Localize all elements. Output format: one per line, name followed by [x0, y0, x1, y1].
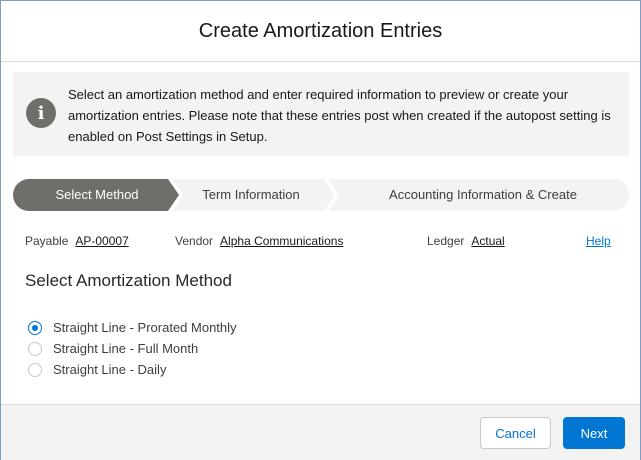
help-link[interactable]: Help	[586, 234, 611, 248]
alert-message: Select an amortization method and enter …	[68, 87, 611, 144]
modal-header: Create Amortization Entries	[1, 1, 640, 62]
modal-title: Create Amortization Entries	[198, 19, 443, 42]
radio-option-full-month[interactable]: Straight Line - Full Month	[28, 338, 237, 359]
section-title: Select Amortization Method	[25, 271, 232, 290]
radio-label: Straight Line - Full Month	[53, 341, 199, 356]
path-step-accounting-information[interactable]: Accounting Information & Create	[343, 179, 623, 211]
vendor-label: Vendor	[175, 234, 214, 248]
ledger-link[interactable]: Actual	[471, 234, 504, 248]
radio-button[interactable]	[28, 341, 42, 356]
vendor-link[interactable]: Alpha Communications	[220, 234, 343, 248]
radio-button[interactable]	[28, 362, 42, 377]
vendor-field: Vendor Alpha Communications	[175, 234, 343, 248]
radio-label: Straight Line - Daily	[53, 362, 167, 377]
amortization-modal: Create Amortization Entries i Select an …	[0, 0, 641, 460]
modal-footer: Cancel Next	[1, 404, 640, 460]
ledger-field: Ledger Actual	[427, 234, 505, 248]
amortization-method-radio-group: Straight Line - Prorated Monthly Straigh…	[28, 317, 237, 380]
step-path: Select Method Term Information Accountin…	[13, 179, 629, 211]
payable-field: Payable AP-00007	[25, 234, 129, 248]
info-alert: i Select an amortization method and ente…	[13, 72, 629, 156]
info-icon: i	[26, 98, 56, 128]
path-step-term-information[interactable]: Term Information	[181, 179, 321, 211]
cancel-button[interactable]: Cancel	[480, 417, 551, 449]
payable-label: Payable	[25, 234, 69, 248]
path-step-select-method[interactable]: Select Method	[33, 179, 161, 211]
payable-link[interactable]: AP-00007	[75, 234, 128, 248]
radio-label: Straight Line - Prorated Monthly	[53, 320, 237, 335]
ledger-label: Ledger	[427, 234, 465, 248]
radio-option-prorated-monthly[interactable]: Straight Line - Prorated Monthly	[28, 317, 237, 338]
next-button[interactable]: Next	[563, 417, 625, 449]
radio-option-daily[interactable]: Straight Line - Daily	[28, 359, 237, 380]
radio-button-selected[interactable]	[28, 320, 42, 335]
